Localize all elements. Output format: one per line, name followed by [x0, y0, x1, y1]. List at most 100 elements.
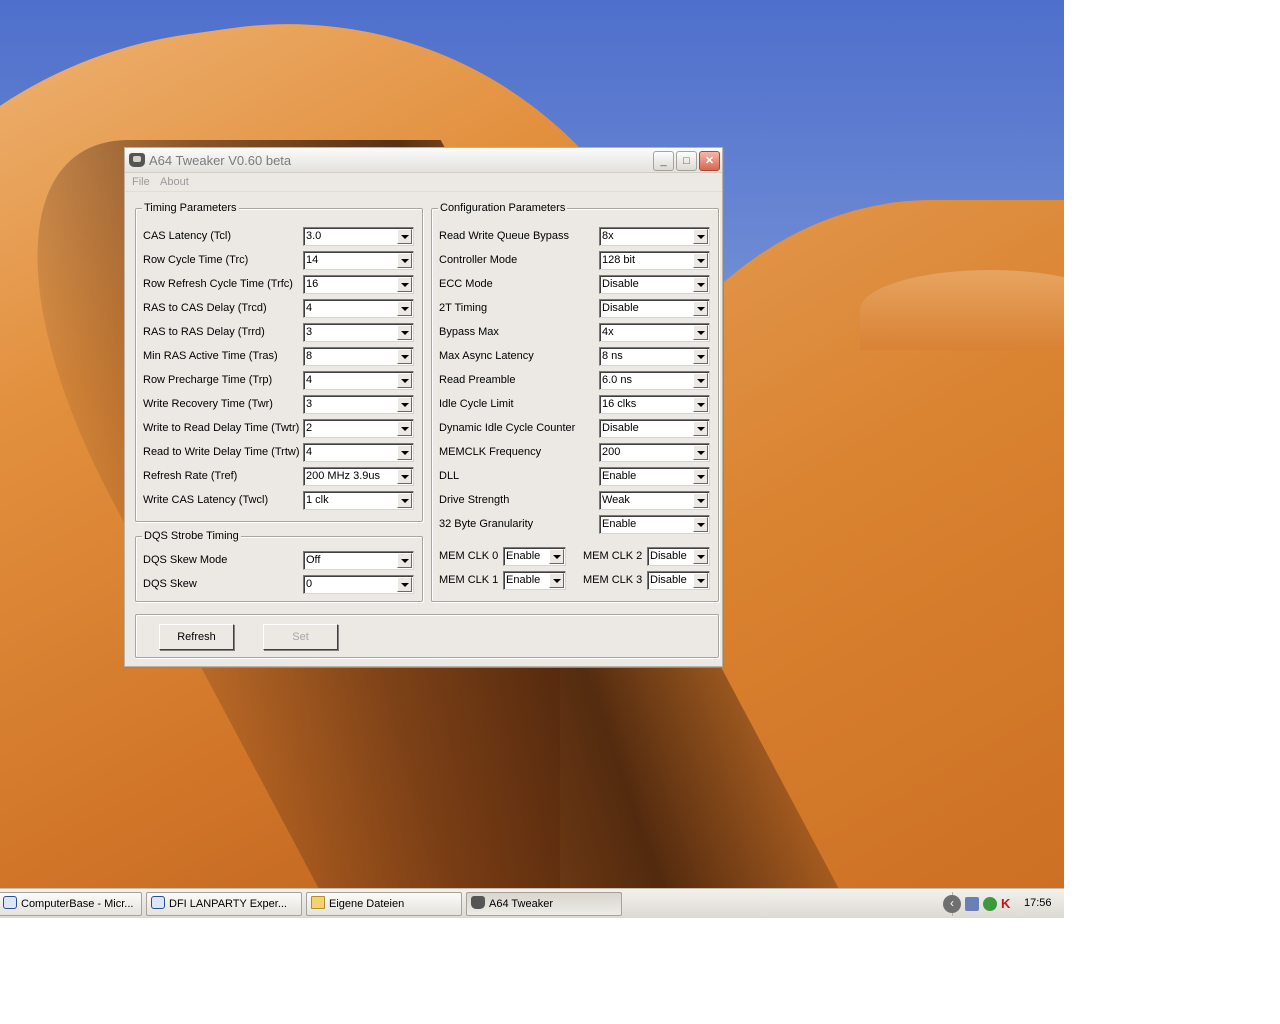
- chevron-down-icon[interactable]: [693, 517, 708, 532]
- chevron-down-icon[interactable]: [693, 277, 708, 292]
- select-max-async-latency[interactable]: 8 ns: [599, 347, 710, 366]
- select-read-to-write-delay-time-trtw[interactable]: 4: [303, 443, 414, 462]
- maximize-button[interactable]: □: [676, 151, 697, 171]
- select-refresh-rate-tref[interactable]: 200 MHz 3.9us: [303, 467, 414, 486]
- chevron-down-icon[interactable]: [693, 325, 708, 340]
- task-eigene-dateien[interactable]: Eigene Dateien: [306, 892, 462, 916]
- select-value: Disable: [650, 574, 687, 586]
- chevron-down-icon[interactable]: [693, 493, 708, 508]
- chevron-down-icon[interactable]: [397, 577, 412, 592]
- select-read-write-queue-bypass[interactable]: 8x: [599, 227, 710, 246]
- select-value: Enable: [506, 574, 541, 586]
- select-write-cas-latency-twcl[interactable]: 1 clk: [303, 491, 414, 510]
- chevron-down-icon[interactable]: [693, 421, 708, 436]
- chevron-down-icon[interactable]: [693, 549, 708, 564]
- chevron-down-icon[interactable]: [397, 553, 412, 568]
- select-idle-cycle-limit[interactable]: 16 clks: [599, 395, 710, 414]
- chevron-down-icon[interactable]: [397, 469, 412, 484]
- task-dfi-lanparty[interactable]: DFI LANPARTY Exper...: [146, 892, 302, 916]
- chevron-down-icon[interactable]: [397, 349, 412, 364]
- globe-icon[interactable]: [983, 897, 997, 911]
- chevron-left-icon[interactable]: ‹: [943, 895, 961, 913]
- app-icon: [129, 153, 145, 167]
- select-mem-clk-0[interactable]: Enable: [503, 547, 566, 566]
- select-row-refresh-cycle-time-trfc[interactable]: 16: [303, 275, 414, 294]
- select-row-cycle-time-trc[interactable]: 14: [303, 251, 414, 270]
- chevron-down-icon[interactable]: [397, 301, 412, 316]
- label-cas-latency-tcl: CAS Latency (Tcl): [143, 230, 232, 242]
- label-mem-clk-3: MEM CLK 3: [583, 574, 643, 586]
- label-write-to-read-delay-time-twtr: Write to Read Delay Time (Twtr): [143, 422, 300, 434]
- select-write-to-read-delay-time-twtr[interactable]: 2: [303, 419, 414, 438]
- select-mem-clk-3[interactable]: Disable: [647, 571, 710, 590]
- select-dll[interactable]: Enable: [599, 467, 710, 486]
- select-ras-to-cas-delay-trcd[interactable]: 4: [303, 299, 414, 318]
- select-cas-latency-tcl[interactable]: 3.0: [303, 227, 414, 246]
- menu-about[interactable]: About: [160, 176, 189, 188]
- select-read-preamble[interactable]: 6.0 ns: [599, 371, 710, 390]
- label-write-recovery-time-twr: Write Recovery Time (Twr): [143, 398, 273, 410]
- select-dqs-skew[interactable]: 0: [303, 575, 414, 594]
- label-2t-timing: 2T Timing: [439, 302, 488, 314]
- task-a64-tweaker[interactable]: A64 Tweaker: [466, 892, 622, 916]
- minimize-button[interactable]: _: [653, 151, 674, 171]
- select-memclk-frequency[interactable]: 200: [599, 443, 710, 462]
- chevron-down-icon[interactable]: [397, 421, 412, 436]
- select-32-byte-granularity[interactable]: Enable: [599, 515, 710, 534]
- chevron-down-icon[interactable]: [693, 445, 708, 460]
- refresh-button[interactable]: Refresh: [159, 624, 234, 650]
- close-button[interactable]: ✕: [699, 151, 720, 171]
- set-button[interactable]: Set: [263, 624, 338, 650]
- chevron-down-icon[interactable]: [397, 229, 412, 244]
- chevron-down-icon[interactable]: [693, 469, 708, 484]
- select-mem-clk-2[interactable]: Disable: [647, 547, 710, 566]
- chevron-down-icon[interactable]: [397, 373, 412, 388]
- title-bar[interactable]: A64 Tweaker V0.60 beta _ □ ✕: [125, 148, 722, 173]
- select-row-precharge-time-trp[interactable]: 4: [303, 371, 414, 390]
- select-controller-mode[interactable]: 128 bit: [599, 251, 710, 270]
- select-write-recovery-time-twr[interactable]: 3: [303, 395, 414, 414]
- group-title: Timing Parameters: [142, 202, 239, 214]
- select-value: 4: [306, 446, 313, 458]
- antivirus-icon[interactable]: K: [1001, 897, 1015, 911]
- select-ras-to-ras-delay-trrd[interactable]: 3: [303, 323, 414, 342]
- label-row-cycle-time-trc: Row Cycle Time (Trc): [143, 254, 249, 266]
- select-mem-clk-1[interactable]: Enable: [503, 571, 566, 590]
- select-ecc-mode[interactable]: Disable: [599, 275, 710, 294]
- label-ras-to-cas-delay-trcd: RAS to CAS Delay (Trcd): [143, 302, 267, 314]
- chevron-down-icon[interactable]: [397, 277, 412, 292]
- chevron-down-icon[interactable]: [693, 373, 708, 388]
- select-value: Enable: [506, 550, 541, 562]
- select-dqs-skew-mode[interactable]: Off: [303, 551, 414, 570]
- a64-tweaker-window: A64 Tweaker V0.60 beta _ □ ✕ File About …: [124, 147, 723, 667]
- select-2t-timing[interactable]: Disable: [599, 299, 710, 318]
- select-value: 16 clks: [602, 398, 637, 410]
- menu-file[interactable]: File: [132, 176, 150, 188]
- select-min-ras-active-time-tras[interactable]: 8: [303, 347, 414, 366]
- select-dynamic-idle-cycle-counter[interactable]: Disable: [599, 419, 710, 438]
- network-icon[interactable]: [965, 897, 979, 911]
- chevron-down-icon[interactable]: [397, 253, 412, 268]
- chevron-down-icon[interactable]: [549, 573, 564, 588]
- chevron-down-icon[interactable]: [693, 397, 708, 412]
- chevron-down-icon[interactable]: [693, 253, 708, 268]
- chevron-down-icon[interactable]: [693, 229, 708, 244]
- chevron-down-icon[interactable]: [549, 549, 564, 564]
- chevron-down-icon[interactable]: [397, 397, 412, 412]
- chevron-down-icon[interactable]: [397, 493, 412, 508]
- select-value: Weak: [602, 494, 630, 506]
- chevron-down-icon[interactable]: [693, 349, 708, 364]
- select-value: 14: [306, 254, 319, 266]
- chevron-down-icon[interactable]: [693, 301, 708, 316]
- group-title: Configuration Parameters: [438, 202, 568, 214]
- label-mem-clk-1: MEM CLK 1: [439, 574, 499, 586]
- label-row-precharge-time-trp: Row Precharge Time (Trp): [143, 374, 273, 386]
- select-bypass-max[interactable]: 4x: [599, 323, 710, 342]
- task-computerbase[interactable]: ComputerBase - Micr...: [0, 892, 142, 916]
- select-value: 4: [306, 302, 313, 314]
- chevron-down-icon[interactable]: [397, 445, 412, 460]
- chevron-down-icon[interactable]: [693, 573, 708, 588]
- select-value: Off: [306, 554, 321, 566]
- chevron-down-icon[interactable]: [397, 325, 412, 340]
- select-drive-strength[interactable]: Weak: [599, 491, 710, 510]
